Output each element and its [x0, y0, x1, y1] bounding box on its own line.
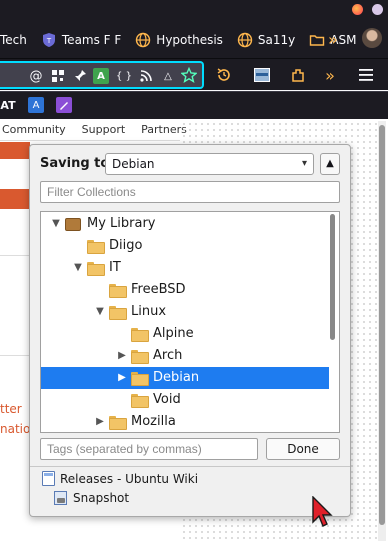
saving-to-label: Saving to — [40, 156, 110, 171]
tree-item-label: Debian — [153, 370, 200, 385]
rss-icon[interactable] — [138, 68, 154, 84]
window-control-icon[interactable] — [372, 4, 383, 15]
extensions-bar: AT A — [0, 91, 388, 119]
done-button[interactable]: Done — [266, 438, 340, 460]
avatar[interactable] — [362, 28, 382, 48]
snapshot-icon — [54, 491, 67, 505]
teams-shield-icon: T — [41, 32, 57, 48]
tree-item-my-library[interactable]: ▼ My Library — [41, 213, 329, 235]
translate-icon[interactable]: A — [93, 68, 109, 84]
collection-select[interactable]: Debian ▾ — [105, 153, 314, 175]
expanded-twisty-icon[interactable]: ▼ — [94, 306, 106, 318]
tree-item-mozilla[interactable]: ▶ Mozilla — [41, 411, 329, 432]
star-icon[interactable] — [181, 67, 197, 83]
window-titlebar — [0, 0, 388, 22]
tree-item-void[interactable]: Void — [41, 389, 329, 411]
library-icon — [65, 218, 81, 231]
bookmark-hypothesis[interactable]: Hypothesis — [135, 22, 223, 58]
tags-input[interactable] — [40, 438, 258, 460]
tree-item-diigo[interactable]: Diigo — [41, 235, 329, 257]
tree-item-alpine[interactable]: Alpine — [41, 323, 329, 345]
tree-item-arch[interactable]: ▶ Arch — [41, 345, 329, 367]
collection-tree: ▼ My Library Diigo ▼ IT FreeBSD ▼ Linux Alpine ▶ A… — [40, 211, 340, 433]
firefox-icon — [352, 4, 363, 15]
folder-icon — [131, 372, 149, 386]
folder-icon — [309, 32, 325, 48]
at-symbol-icon[interactable]: @ — [28, 68, 44, 84]
divider — [0, 355, 30, 356]
code-icon[interactable]: { } — [116, 68, 132, 84]
collapsed-twisty-icon[interactable]: ▶ — [116, 372, 128, 384]
nav-support-link[interactable]: Support — [82, 123, 125, 136]
tree-item-label: Arch — [153, 348, 183, 363]
menu-icon[interactable] — [358, 67, 374, 83]
svg-text:T: T — [46, 37, 52, 45]
page-header-band — [0, 142, 30, 159]
tree-item-label: FreeBSD — [131, 282, 186, 297]
url-bar[interactable]: @ A { } △ — [0, 61, 204, 89]
saved-item-row: Releases - Ubuntu Wiki — [42, 471, 198, 486]
folder-icon — [109, 306, 127, 320]
pin-icon[interactable] — [72, 68, 88, 84]
tree-item-label: Diigo — [109, 238, 143, 253]
extension-icon[interactable] — [290, 67, 306, 83]
tree-item-label: Linux — [131, 304, 167, 319]
page-link-fragment[interactable]: tter — [0, 402, 22, 416]
globe-icon — [135, 32, 151, 48]
triangle-icon[interactable]: △ — [160, 68, 176, 84]
globe-icon — [237, 32, 253, 48]
tree-item-label: Void — [153, 392, 181, 407]
page-banner-band — [0, 189, 30, 209]
bookmark-tech[interactable]: Tech — [0, 22, 27, 58]
bookmark-sa11y[interactable]: Sa11y — [237, 22, 295, 58]
divider — [30, 466, 350, 467]
tree-item-debian[interactable]: ▶ Debian — [41, 367, 329, 389]
folder-icon — [109, 284, 127, 298]
folder-icon — [131, 350, 149, 364]
folder-icon — [131, 328, 149, 342]
scrollbar-thumb[interactable] — [379, 125, 385, 525]
filter-collections-input[interactable] — [40, 181, 340, 203]
nav-toolbar: @ A { } △ » — [0, 58, 388, 90]
chevron-up-icon: ▲ — [326, 158, 334, 169]
tree-item-label: My Library — [87, 216, 156, 231]
translate-icon[interactable]: A — [28, 97, 44, 113]
collapsed-twisty-icon[interactable]: ▶ — [116, 350, 128, 362]
folder-icon — [109, 416, 127, 430]
collapse-tree-button[interactable]: ▲ — [320, 153, 340, 175]
attachment-row: Snapshot — [54, 491, 129, 505]
nav-community-link[interactable]: Community — [2, 123, 66, 136]
bookmark-teams-f-f[interactable]: T Teams F F — [41, 22, 121, 58]
folder-icon — [87, 240, 105, 254]
extension-text-icon[interactable]: AT — [0, 97, 16, 113]
tree-scrollbar[interactable] — [329, 214, 336, 430]
folder-icon — [131, 394, 149, 408]
page-scrollbar[interactable] — [378, 121, 386, 541]
webpage-icon — [42, 471, 55, 486]
expanded-twisty-icon[interactable]: ▼ — [50, 218, 62, 230]
qr-icon[interactable] — [50, 68, 66, 84]
scrollbar-thumb[interactable] — [330, 214, 335, 340]
bookmarks-overflow-icon[interactable]: » — [328, 30, 338, 49]
tree-item-linux[interactable]: ▼ Linux — [41, 301, 329, 323]
saved-item-title: Releases - Ubuntu Wiki — [60, 471, 199, 486]
tree-item-label: Alpine — [153, 326, 194, 341]
attachment-title: Snapshot — [73, 491, 130, 505]
layout-icon[interactable] — [254, 67, 270, 83]
folder-icon — [87, 262, 105, 276]
history-icon[interactable] — [216, 67, 232, 83]
collapsed-twisty-icon[interactable]: ▶ — [94, 416, 106, 428]
divider — [0, 255, 30, 256]
tree-item-freebsd[interactable]: FreeBSD — [41, 279, 329, 301]
page-nav: Community Support Partners — [0, 119, 187, 141]
brush-icon[interactable] — [56, 97, 72, 113]
chevron-down-icon: ▾ — [301, 158, 307, 169]
zotero-save-popup: Saving to Debian ▾ ▲ ▼ My Library Diigo ▼ IT… — [29, 144, 351, 517]
tree-item-it[interactable]: ▼ IT — [41, 257, 329, 279]
expanded-twisty-icon[interactable]: ▼ — [72, 262, 84, 274]
collection-select-value: Debian — [112, 157, 155, 171]
tree-item-label: IT — [109, 260, 121, 275]
overflow-icon[interactable]: » — [322, 66, 338, 85]
tree-item-label: Mozilla — [131, 414, 176, 429]
